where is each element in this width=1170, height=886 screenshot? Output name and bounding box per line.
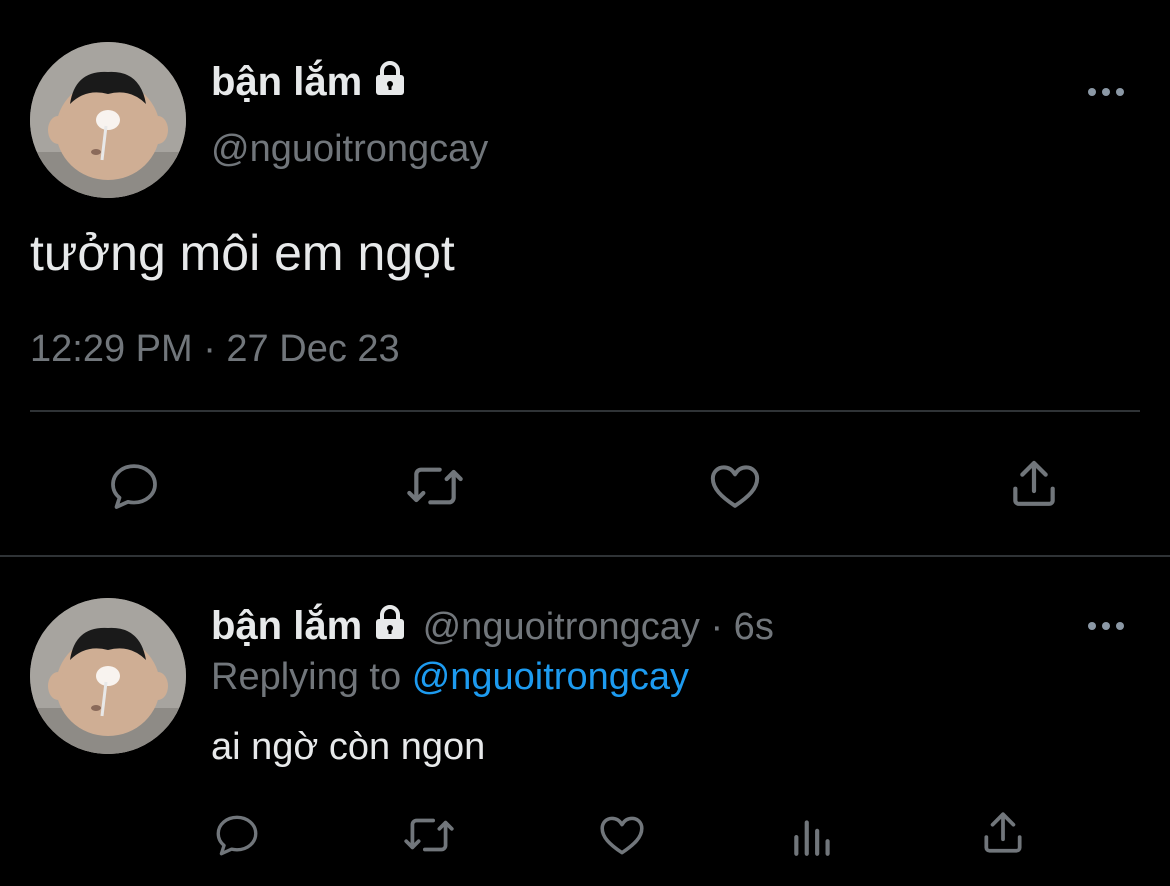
share-icon[interactable]	[978, 808, 1028, 858]
section-divider	[0, 555, 1170, 557]
replying-prefix: Replying to	[211, 656, 402, 698]
lock-icon	[372, 60, 408, 105]
analytics-icon[interactable]	[788, 810, 838, 860]
tweet-timestamp[interactable]: 12:29 PM · 27 Dec 23	[30, 328, 400, 371]
reply-icon[interactable]	[212, 810, 262, 860]
divider	[30, 410, 1140, 412]
lock-icon	[372, 605, 408, 644]
retweet-icon[interactable]	[402, 456, 468, 516]
like-icon[interactable]	[705, 456, 765, 516]
retweet-icon[interactable]	[400, 810, 458, 860]
reply-display-name[interactable]: bận lắm	[211, 604, 362, 648]
reply-text: ai ngờ còn ngon	[211, 726, 486, 768]
avatar[interactable]	[30, 42, 186, 198]
replying-handle-link[interactable]: @nguoitrongcay	[412, 656, 689, 698]
replying-to: Replying to @nguoitrongcay	[211, 656, 689, 699]
more-icon[interactable]	[1086, 80, 1126, 109]
reply-more-icon[interactable]	[1086, 614, 1126, 643]
share-icon[interactable]	[1004, 454, 1064, 514]
tweet-text: tưởng môi em ngọt	[30, 225, 455, 281]
reply-icon[interactable]	[104, 456, 164, 516]
like-icon[interactable]	[596, 810, 648, 860]
handle[interactable]: @nguoitrongcay	[211, 128, 488, 171]
reply-avatar[interactable]	[30, 598, 186, 754]
reply-handle-time[interactable]: @nguoitrongcay · 6s	[423, 606, 774, 648]
display-name[interactable]: bận lắm	[211, 60, 408, 105]
reply-header: bận lắm @nguoitrongcay · 6s	[211, 604, 774, 649]
